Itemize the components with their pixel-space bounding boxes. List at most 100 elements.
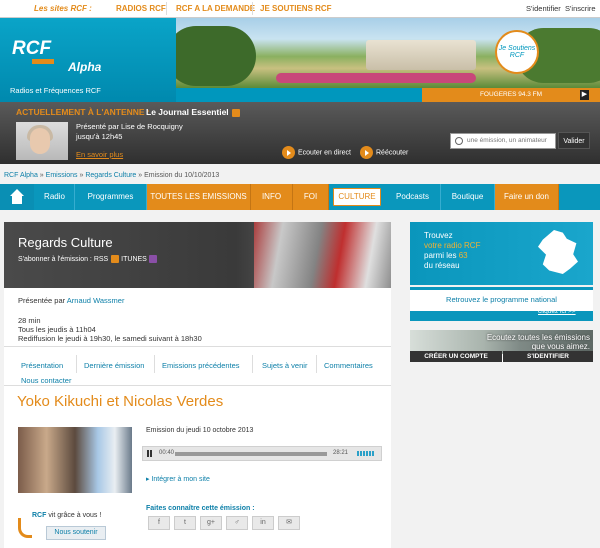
- support-brand: RCF: [32, 512, 47, 519]
- divider: [154, 355, 155, 373]
- building-shape: [366, 40, 476, 70]
- identify-link[interactable]: S'identifier: [526, 4, 561, 13]
- time-elapsed: 00:40: [159, 450, 175, 456]
- facebook-icon[interactable]: f: [148, 516, 170, 530]
- tab-emissions-precedentes[interactable]: Emissions précédentes: [162, 361, 240, 370]
- nav-toutes-emissions[interactable]: TOUTES LES EMISSIONS: [147, 184, 251, 210]
- nav-radio[interactable]: Radio: [35, 184, 75, 210]
- subscribe-label: S'abonner à l'émission : RSS: [18, 255, 109, 263]
- top-bar: Les sites RCF : RADIOS RCF RCF A LA DEMA…: [0, 0, 600, 18]
- tagline: Radios et Fréquences RCF: [10, 86, 101, 95]
- breadcrumb-link[interactable]: RCF Alpha: [4, 172, 38, 179]
- episode-title: Yoko Kikuchi et Nicolas Verdes: [17, 393, 224, 410]
- home-base: [12, 196, 22, 204]
- click-here-link[interactable]: cliquez ici >>: [538, 308, 576, 315]
- listen-live-button[interactable]: Ecouter en direct: [282, 146, 351, 159]
- on-air-show[interactable]: Le Journal Essentiel: [146, 107, 240, 117]
- tree-shape: [176, 26, 256, 86]
- progress-bar[interactable]: [175, 452, 327, 456]
- find-line: Trouvez: [424, 231, 453, 240]
- rerun: Rediffusion le jeudi à 19h30, le samedi …: [18, 334, 202, 343]
- emission-banner: Regards Culture S'abonner à l'émission :…: [4, 222, 391, 288]
- support-button[interactable]: Nous soutenir: [46, 526, 106, 540]
- play-icon: [282, 146, 295, 159]
- tab-sujets-a-venir[interactable]: Sujets à venir: [262, 361, 307, 370]
- promo-line: que vous aimez.: [531, 342, 590, 351]
- search-icon: [455, 137, 463, 145]
- itunes-icon[interactable]: [148, 255, 157, 263]
- tab-presentation[interactable]: Présentation: [21, 361, 63, 370]
- link-rcf-demande[interactable]: RCF A LA DEMANDE: [176, 4, 255, 13]
- more-link[interactable]: En savoir plus: [76, 150, 123, 159]
- nav-culture[interactable]: CULTURE: [333, 188, 381, 206]
- rss-icon[interactable]: [231, 108, 240, 117]
- radio-count: 63: [458, 251, 468, 260]
- promo-line: Ecoutez toutes les émissions: [486, 333, 590, 342]
- search-input[interactable]: une émission, un animateur: [450, 133, 556, 149]
- flowerbed-shape: [276, 73, 476, 83]
- rcf-logo[interactable]: RCF: [12, 38, 51, 60]
- emission-title: Regards Culture: [18, 235, 113, 250]
- rss-icon[interactable]: [111, 255, 120, 263]
- identify-button[interactable]: S'IDENTIFIER: [503, 351, 593, 362]
- replay-button[interactable]: Réécouter: [360, 146, 408, 159]
- home-roof: [10, 189, 24, 196]
- support-text: RCF vit grâce à vous !: [32, 512, 101, 519]
- embed-link[interactable]: Intégrer à mon site: [146, 475, 209, 483]
- tab-nous-contacter[interactable]: Nous contacter: [21, 376, 71, 385]
- schedule: Tous les jeudis à 11h04: [18, 325, 96, 334]
- host-link[interactable]: Arnaud Wassmer: [67, 296, 125, 305]
- face-shape: [30, 128, 50, 154]
- divider: [76, 355, 77, 373]
- logo-subtitle: Alpha: [68, 60, 102, 74]
- link-soutiens[interactable]: JE SOUTIENS RCF: [260, 4, 332, 13]
- linkedin-icon[interactable]: in: [252, 516, 274, 530]
- episode-image: [18, 427, 132, 493]
- itunes-label[interactable]: ITUNES: [121, 256, 147, 263]
- soutiens-badge[interactable]: Je Soutiens RCF: [495, 30, 539, 74]
- find-line: votre radio RCF: [424, 241, 481, 250]
- national-program-box[interactable]: Retrouvez le programme national cliquez …: [410, 287, 593, 321]
- email-icon[interactable]: ✉: [278, 516, 300, 530]
- main-nav: Radio Programmes TOUTES LES EMISSIONS IN…: [0, 184, 600, 210]
- nav-faire-un-don[interactable]: Faire un don: [495, 184, 559, 210]
- breadcrumb-link[interactable]: Emissions: [46, 172, 78, 179]
- tab-derniere-emission[interactable]: Dernière émission: [84, 361, 144, 370]
- find-radio-text: Trouvez votre radio RCF parmi les 63 du …: [424, 231, 480, 271]
- register-link[interactable]: S'inscrire: [565, 4, 596, 13]
- account-promo: Ecoutez toutes les émissions que vous ai…: [410, 330, 593, 362]
- divider: [166, 2, 167, 15]
- next-arrow-icon[interactable]: ▶: [580, 90, 589, 100]
- emission-tabs: Présentation Dernière émission Emissions…: [4, 346, 391, 386]
- support-tagline: vit grâce à vous !: [48, 512, 102, 519]
- divider: [316, 355, 317, 373]
- logo-area: RCF Alpha Radios et Fréquences RCF: [0, 18, 176, 102]
- audio-player[interactable]: 00:40 28:21: [142, 446, 382, 461]
- photo-caption: FOUGERES 94.3 FM: [422, 88, 600, 102]
- tab-commentaires[interactable]: Commentaires: [324, 361, 373, 370]
- twitter-icon[interactable]: t: [174, 516, 196, 530]
- breadcrumb-current: Emission du 10/10/2013: [144, 172, 220, 179]
- presented-by-label: Présentée par: [18, 296, 66, 305]
- find-radio-box[interactable]: Trouvez votre radio RCF parmi les 63 du …: [410, 222, 593, 285]
- nav-programmes[interactable]: Programmes: [75, 184, 147, 210]
- find-line: du réseau: [424, 261, 460, 270]
- nav-info[interactable]: INFO: [251, 184, 293, 210]
- presented-by: Présentée par Arnaud Wassmer: [18, 296, 124, 305]
- google-plus-icon[interactable]: g+: [200, 516, 222, 530]
- search-submit-button[interactable]: Valider: [558, 132, 590, 149]
- link-radios-rcf[interactable]: RADIOS RCF: [116, 4, 166, 13]
- share-label: Faites connaître cette émission :: [146, 505, 255, 512]
- nav-foi[interactable]: FOI: [293, 184, 329, 210]
- create-account-button[interactable]: CRÉER UN COMPTE: [410, 351, 502, 362]
- viadeo-icon[interactable]: ♂: [226, 516, 248, 530]
- volume-icon[interactable]: [357, 451, 375, 456]
- national-text: Retrouvez le programme national: [446, 295, 557, 304]
- on-air-label: ACTUELLEMENT À L'ANTENNE :: [16, 107, 150, 117]
- nav-boutique[interactable]: Boutique: [441, 184, 495, 210]
- breadcrumb-link[interactable]: Regards Culture: [85, 172, 136, 179]
- pause-icon[interactable]: [147, 450, 149, 457]
- banner-art: [254, 222, 391, 288]
- home-icon[interactable]: [0, 184, 34, 210]
- nav-podcasts[interactable]: Podcasts: [385, 184, 441, 210]
